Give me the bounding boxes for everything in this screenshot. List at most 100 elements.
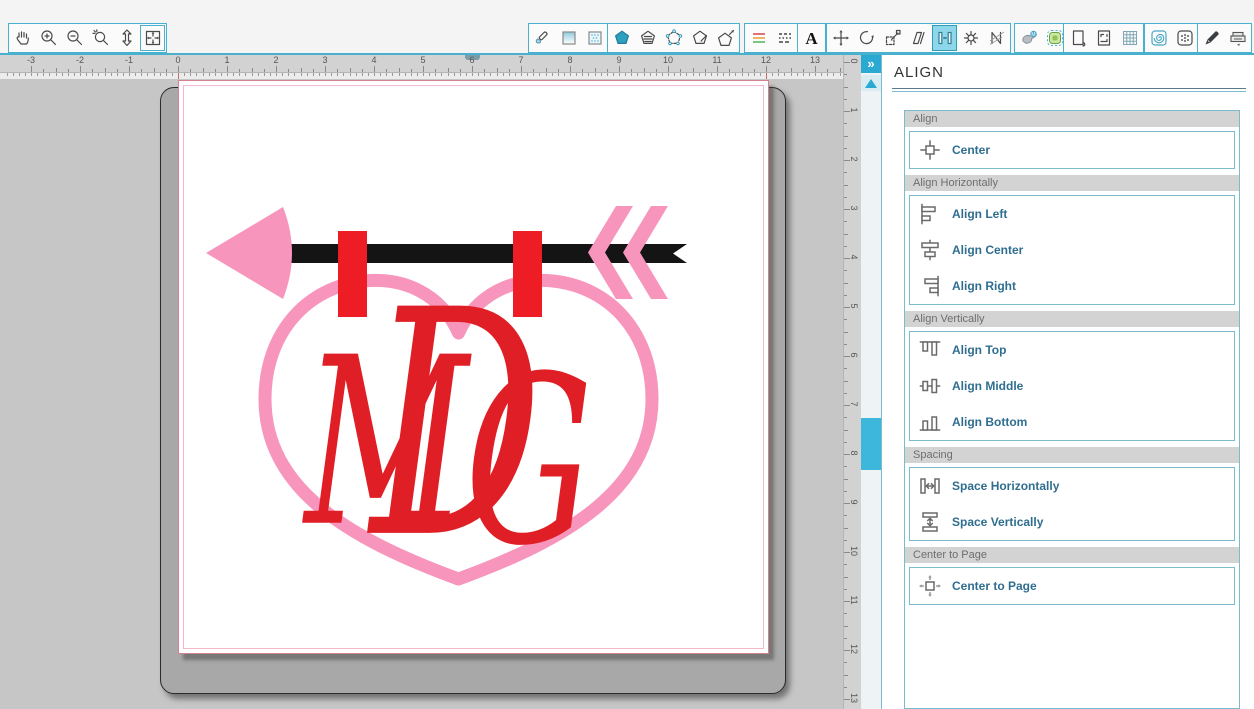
design-canvas[interactable]: M D G [179,81,768,653]
line-style-advanced-button[interactable] [635,25,660,51]
transform-move-icon [832,30,849,46]
top-toolbar: A M [0,0,1254,53]
center-to-page-label: Center to Page [952,579,1037,593]
zoom-out-button[interactable] [62,25,87,51]
vertical-scrollbar[interactable]: » [861,55,881,709]
space-vertically-button[interactable]: Space Vertically [910,504,1234,540]
align-tool-button[interactable] [932,25,957,51]
align-top-label: Align Top [952,343,1007,357]
scroll-up-button[interactable] [861,75,881,91]
align-right-button[interactable]: Align Right [910,268,1234,304]
space-horizontally-button[interactable]: Space Horizontally [910,468,1234,504]
registration-marks-icon [1097,30,1110,46]
toolbar-group-view [8,23,167,53]
transform-scale-button[interactable] [880,25,905,51]
fill-pattern-button[interactable] [582,25,607,51]
fill-color-button[interactable] [530,25,555,51]
section-box-align: Center [909,131,1235,169]
align-middle-button[interactable]: Align Middle [910,368,1234,404]
section-box-align-vertically: Align Top Align Middle Align Bottom [909,331,1235,441]
align-bottom-button[interactable]: Align Bottom [910,404,1234,440]
design-media-button[interactable] [1146,25,1171,51]
section-header-align-vertically: Align Vertically [905,311,1239,327]
zoom-selection-button[interactable] [88,25,113,51]
toolbar-group-fill [528,23,609,53]
scrollbar-thumb[interactable] [861,418,881,470]
align-top-icon [916,337,944,363]
transform-shear-button[interactable] [906,25,931,51]
section-header-spacing: Spacing [905,447,1239,463]
page-setup-button[interactable] [1065,25,1090,51]
align-top-button[interactable]: Align Top [910,332,1234,368]
align-left-label: Align Left [952,207,1008,221]
pan-tool-button[interactable] [10,25,35,51]
hanger-strap-left[interactable] [338,231,367,317]
center-to-page-button[interactable]: Center to Page [910,568,1234,604]
arrowhead-shape[interactable] [206,207,292,299]
align-middle-label: Align Middle [952,379,1024,393]
nesting-tool-icon [989,31,1004,45]
pixscan-icon [1176,30,1193,46]
triangle-up-icon [865,78,877,88]
send-to-cutter-button[interactable] [1225,25,1250,51]
align-right-icon [916,273,944,299]
stamp-effect-button[interactable]: M [1016,25,1041,51]
center-label: Center [952,143,991,157]
nesting-tool-button[interactable] [984,25,1009,51]
align-bottom-icon [916,409,944,435]
transform-shear-icon [912,31,925,45]
line-color-style-button[interactable] [746,25,771,51]
line-dash-style-icon [778,33,791,43]
sketch-effect-icon [692,30,707,44]
transform-move-button[interactable] [828,25,853,51]
drag-zoom-icon [121,29,132,47]
toolbar-group-effects: M [1014,23,1069,53]
zoom-selection-icon [91,29,108,46]
fit-to-page-button[interactable] [140,25,165,51]
toolbar-group-page [1063,23,1144,53]
fill-color-icon [535,31,548,44]
fill-gradient-button[interactable] [556,25,581,51]
offset-shape-button[interactable] [713,25,738,51]
toolbar-group-arrange [826,23,1011,53]
registration-marks-button[interactable] [1091,25,1116,51]
line-style-advanced-icon [640,30,655,44]
panel-collapse-button[interactable]: » [861,55,881,73]
center-button[interactable]: Center [910,132,1234,168]
zoom-in-button[interactable] [36,25,61,51]
section-header-align-horizontally: Align Horizontally [905,175,1239,191]
text-style-icon: A [805,28,818,48]
align-right-label: Align Right [952,279,1016,293]
space-horizontally-icon [916,473,944,499]
fill-gradient-icon [561,31,576,45]
align-left-button[interactable]: Align Left [910,196,1234,232]
section-header-align: Align [905,111,1239,127]
edit-points-button[interactable] [661,25,686,51]
send-pen-button[interactable] [1199,25,1224,51]
pixscan-button[interactable] [1172,25,1197,51]
line-color-button[interactable] [609,25,634,51]
line-color-icon [614,30,629,44]
panel-title-underline [892,88,1246,89]
align-center-button[interactable]: Align Center [910,232,1234,268]
drag-zoom-button[interactable] [114,25,139,51]
modify-tool-icon [963,30,978,46]
horizontal-ruler-substrip [0,73,843,79]
transform-rotate-button[interactable] [854,25,879,51]
offset-shape-icon [717,29,734,46]
fit-to-page-icon [145,30,160,46]
grid-settings-button[interactable] [1117,25,1142,51]
design-page[interactable]: M D G [178,80,769,654]
align-bottom-label: Align Bottom [952,415,1028,429]
sketch-effect-button[interactable] [687,25,712,51]
modify-tool-button[interactable] [958,25,983,51]
space-horizontally-label: Space Horizontally [952,479,1060,493]
align-center-icon [916,237,944,263]
line-dash-style-button[interactable] [772,25,797,51]
text-style-button[interactable]: A [799,25,824,51]
align-middle-icon [916,373,944,399]
design-media-icon [1150,30,1167,46]
panel-title: ALIGN [894,64,945,81]
send-pen-icon [1205,31,1219,45]
horizontal-ruler: -3 -2 -1 0 1 2 3 4 5 6 7 8 9 10 11 12 13 [0,55,843,73]
